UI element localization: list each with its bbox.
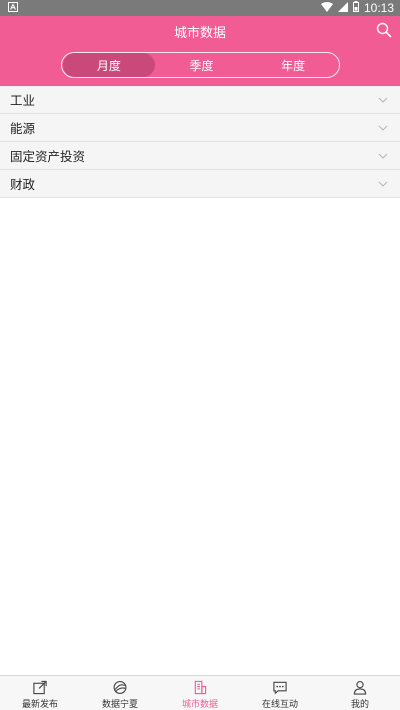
tab-label: 最新发布 xyxy=(21,700,58,710)
globe-icon xyxy=(113,681,127,694)
tab-label: 在线互动 xyxy=(261,700,298,710)
tab-label: 城市数据 xyxy=(181,700,218,710)
segment-quarterly[interactable]: 季度 xyxy=(156,53,248,77)
chevron-down-icon xyxy=(378,125,388,131)
tab-label: 我的 xyxy=(350,700,369,710)
category-row-finance[interactable]: 财政 xyxy=(0,170,400,198)
category-list: 工业 能源 固定资产投资 财政 xyxy=(0,86,400,198)
status-bar: 10:13 xyxy=(0,0,400,16)
app-header: 城市数据 月度 季度 年度 xyxy=(0,16,400,86)
chevron-down-icon xyxy=(378,181,388,187)
category-row-fixed-asset-investment[interactable]: 固定资产投资 xyxy=(0,142,400,170)
category-label: 工业 xyxy=(10,93,36,108)
bottom-tab-bar: 最新发布 数据宁夏 城市数据 在线互动 我的 xyxy=(0,675,400,710)
tab-online-interaction[interactable]: 在线互动 xyxy=(240,676,320,710)
share-out-icon xyxy=(33,680,47,695)
period-segmented-control: 月度 季度 年度 xyxy=(61,52,340,78)
wifi-icon xyxy=(320,1,333,15)
battery-icon xyxy=(352,1,359,15)
tab-latest-release[interactable]: 最新发布 xyxy=(0,676,80,710)
segment-monthly[interactable]: 月度 xyxy=(63,53,155,77)
chevron-down-icon xyxy=(378,97,388,103)
tab-ningxia-data[interactable]: 数据宁夏 xyxy=(80,676,160,710)
category-label: 固定资产投资 xyxy=(10,149,86,164)
notification-icon xyxy=(8,1,18,15)
tab-label: 数据宁夏 xyxy=(101,700,138,710)
page-title: 城市数据 xyxy=(173,26,226,41)
user-icon xyxy=(353,681,367,695)
category-label: 财政 xyxy=(10,177,36,192)
tab-me[interactable]: 我的 xyxy=(320,676,400,710)
search-button[interactable] xyxy=(376,22,392,38)
building-icon xyxy=(194,680,207,695)
search-icon xyxy=(376,22,392,38)
clock: 10:13 xyxy=(363,1,394,15)
tab-city-data[interactable]: 城市数据 xyxy=(160,676,240,710)
category-label: 能源 xyxy=(10,121,36,136)
segment-yearly[interactable]: 年度 xyxy=(247,53,339,77)
category-row-industry[interactable]: 工业 xyxy=(0,86,400,114)
chat-icon xyxy=(273,681,287,695)
chevron-down-icon xyxy=(378,153,388,159)
category-row-energy[interactable]: 能源 xyxy=(0,114,400,142)
signal-icon xyxy=(337,1,348,15)
